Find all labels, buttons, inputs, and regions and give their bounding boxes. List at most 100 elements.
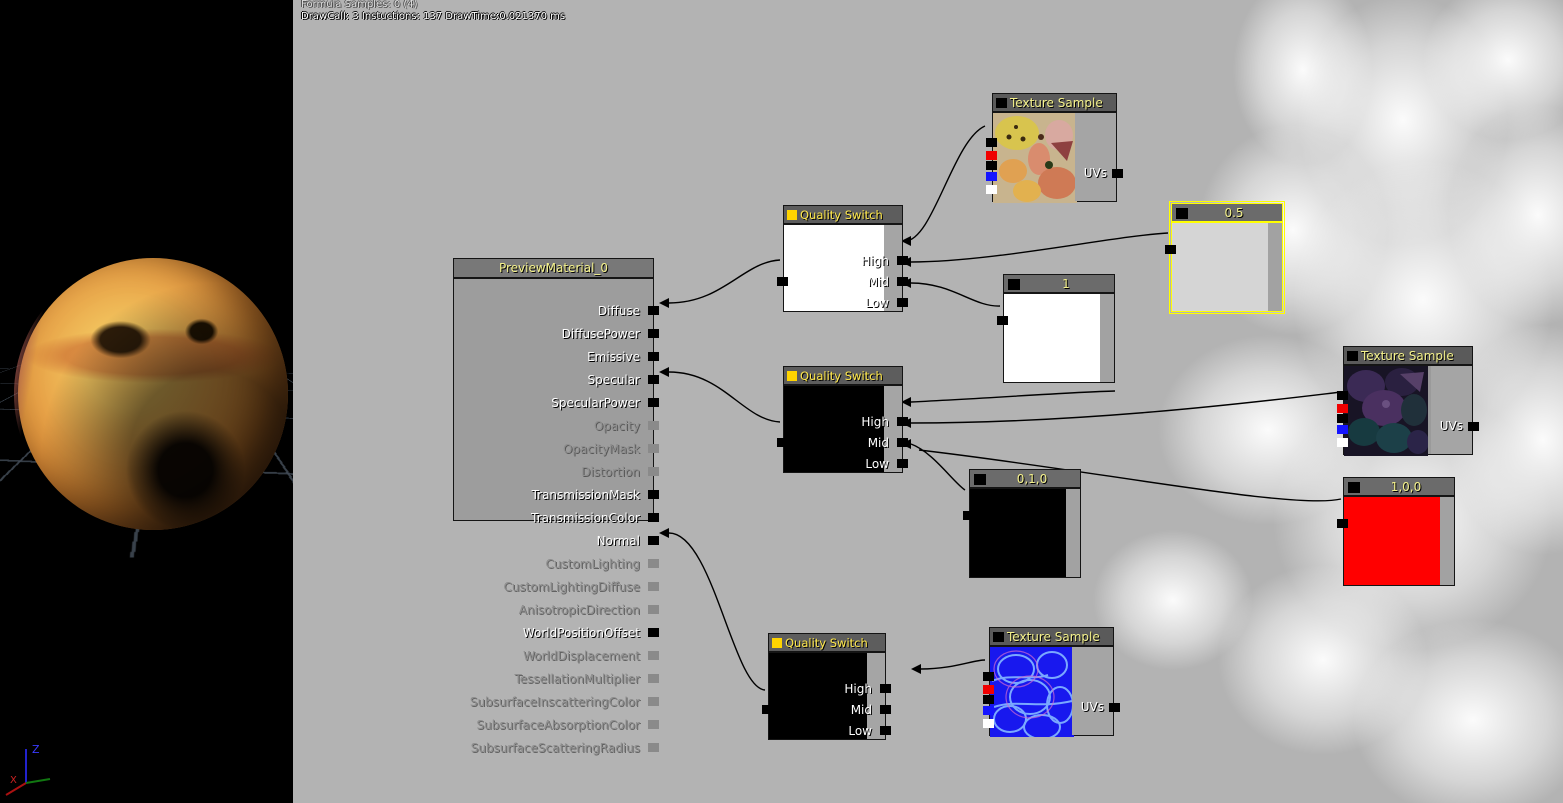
output-pin-high[interactable] bbox=[897, 256, 908, 265]
output-pin[interactable] bbox=[997, 316, 1008, 325]
output-pin-rgb[interactable] bbox=[983, 672, 994, 681]
material-input-label: SpecularPower bbox=[551, 396, 640, 410]
output-pin-low[interactable] bbox=[897, 459, 908, 468]
output-pin-low[interactable] bbox=[880, 726, 891, 735]
output-pin-high[interactable] bbox=[897, 417, 908, 426]
input-pin-uvs[interactable] bbox=[1112, 169, 1123, 178]
output-pin-a[interactable] bbox=[983, 719, 994, 728]
material-input-pin[interactable] bbox=[648, 467, 659, 476]
output-pin-r[interactable] bbox=[1337, 404, 1348, 413]
output-pin[interactable] bbox=[1337, 519, 1348, 528]
node-output-gutter bbox=[1072, 647, 1113, 735]
node-preview-material[interactable]: PreviewMaterial_0 Diffuse DiffusePower Emi… bbox=[453, 258, 659, 754]
node-constant-half[interactable]: 0.5 bbox=[1165, 201, 1285, 314]
node-title: Quality Switch bbox=[783, 366, 903, 385]
material-input-label: Specular bbox=[587, 373, 640, 387]
output-pin-low[interactable] bbox=[897, 298, 908, 307]
output-pin-high[interactable] bbox=[880, 684, 891, 693]
output-pin-b[interactable] bbox=[1337, 425, 1348, 434]
node-texture-sample-diffuse[interactable]: Texture Sample UVs bbox=[986, 93, 1123, 203]
material-input-pin[interactable] bbox=[648, 697, 659, 706]
node-title-label: Quality Switch bbox=[785, 636, 868, 650]
material-input-pin[interactable] bbox=[648, 329, 659, 338]
material-input-pin[interactable] bbox=[648, 743, 659, 752]
material-input-pin[interactable] bbox=[648, 421, 659, 430]
input-pin-uvs[interactable] bbox=[1468, 422, 1479, 431]
node-constant-red[interactable]: 1,0,0 bbox=[1337, 477, 1455, 586]
output-pin-rgb[interactable] bbox=[986, 138, 997, 147]
material-input-label: CustomLighting bbox=[545, 557, 640, 571]
material-input-pin[interactable] bbox=[648, 605, 659, 614]
output-pin-a[interactable] bbox=[1337, 438, 1348, 447]
node-title: PreviewMaterial_0 bbox=[453, 258, 654, 278]
material-input-pin[interactable] bbox=[648, 352, 659, 361]
material-input-label: WorldDisplacement bbox=[523, 649, 640, 663]
material-input-label: Distortion bbox=[581, 465, 640, 479]
material-graph-canvas[interactable]: Formula Samples: 0 (4) DrawCall: 3 Instu… bbox=[293, 0, 1563, 803]
node-body: Diffuse DiffusePower Emissive Specular Specu… bbox=[453, 278, 659, 754]
output-pin-g[interactable] bbox=[983, 695, 994, 704]
texture-thumbnail-diffuse bbox=[993, 113, 1077, 203]
material-input-pin[interactable] bbox=[648, 444, 659, 453]
output-pin-b[interactable] bbox=[986, 172, 997, 181]
node-preview-swatch bbox=[1004, 294, 1100, 382]
node-title: Texture Sample bbox=[989, 627, 1114, 646]
material-input-label: SubsurfaceScatteringRadius bbox=[470, 741, 640, 755]
material-input-label: Emissive bbox=[587, 350, 640, 364]
material-preview-viewport[interactable]: Z X bbox=[0, 0, 293, 803]
output-label-high: High bbox=[844, 682, 872, 696]
material-input-pin[interactable] bbox=[648, 306, 659, 315]
output-pin-a[interactable] bbox=[986, 185, 997, 194]
input-pin[interactable] bbox=[777, 438, 788, 447]
output-pin-g[interactable] bbox=[986, 161, 997, 170]
material-input-pin[interactable] bbox=[648, 628, 659, 637]
material-input-label: Normal bbox=[596, 534, 640, 548]
input-label-uvs: UVs bbox=[1439, 419, 1463, 433]
node-texture-sample-normal[interactable]: Texture Sample UVs bbox=[983, 627, 1120, 737]
material-input-pin[interactable] bbox=[648, 582, 659, 591]
node-output-gutter bbox=[1100, 294, 1114, 382]
node-quality-switch-specular[interactable]: Quality Switch High Mid Low bbox=[777, 366, 908, 473]
material-input-pin[interactable] bbox=[648, 651, 659, 660]
output-pin-r[interactable] bbox=[983, 685, 994, 694]
preview-mesh-sphere bbox=[18, 258, 288, 530]
output-pin-b[interactable] bbox=[983, 706, 994, 715]
material-input-label: AnisotropicDirection bbox=[518, 603, 640, 617]
material-input-label: SubsurfaceInscatteringColor bbox=[469, 695, 640, 709]
material-input-pin[interactable] bbox=[648, 536, 659, 545]
material-input-pin[interactable] bbox=[648, 674, 659, 683]
node-body: UVs bbox=[1337, 365, 1479, 456]
material-input-pin[interactable] bbox=[648, 513, 659, 522]
output-pin-rgb[interactable] bbox=[1337, 391, 1348, 400]
material-input-pin[interactable] bbox=[648, 559, 659, 568]
output-pin-mid[interactable] bbox=[897, 438, 908, 447]
node-texture-sample-specular[interactable]: Texture Sample UVs bbox=[1337, 346, 1479, 456]
output-pin[interactable] bbox=[963, 511, 974, 520]
node-title-label: Texture Sample bbox=[1010, 96, 1103, 110]
node-output-gutter bbox=[1075, 113, 1116, 201]
output-pin-g[interactable] bbox=[1337, 414, 1348, 423]
material-input-pin[interactable] bbox=[648, 375, 659, 384]
input-pin[interactable] bbox=[777, 277, 788, 286]
node-quality-switch-normal[interactable]: Quality Switch High Mid Low bbox=[762, 633, 891, 740]
output-label-low: Low bbox=[848, 724, 872, 738]
output-pin[interactable] bbox=[1165, 245, 1176, 254]
node-constant-one[interactable]: 1 bbox=[997, 274, 1115, 383]
node-quality-switch-diffuse[interactable]: Quality Switch High Mid Low bbox=[777, 205, 908, 312]
quality-switch-swatch-icon bbox=[787, 210, 797, 220]
material-input-pin[interactable] bbox=[648, 398, 659, 407]
input-pin[interactable] bbox=[762, 705, 773, 714]
output-label-low: Low bbox=[865, 296, 889, 310]
texture-thumbnail-normal bbox=[990, 647, 1074, 737]
constant-swatch-icon bbox=[1348, 482, 1360, 493]
output-pin-mid[interactable] bbox=[897, 277, 908, 286]
node-constant-green[interactable]: 0,1,0 bbox=[963, 469, 1081, 578]
output-pin-mid[interactable] bbox=[880, 705, 891, 714]
material-input-pin[interactable] bbox=[648, 490, 659, 499]
input-pin-uvs[interactable] bbox=[1109, 703, 1120, 712]
output-pin-r[interactable] bbox=[986, 151, 997, 160]
node-title: Quality Switch bbox=[783, 205, 903, 224]
node-title-label: Texture Sample bbox=[1361, 349, 1454, 363]
material-input-pin[interactable] bbox=[648, 720, 659, 729]
node-value-label: 0.5 bbox=[1224, 206, 1244, 220]
